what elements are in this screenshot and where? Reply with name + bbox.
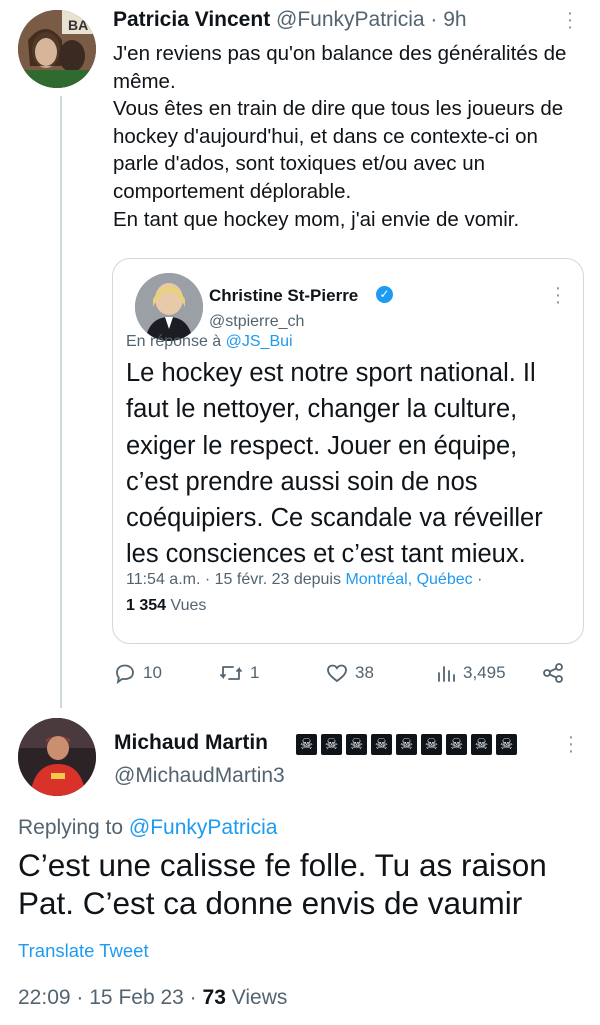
skull-crossbones-icon: ☠ (321, 734, 342, 755)
heart-icon (327, 664, 347, 683)
location-link[interactable]: Montréal, Québec (345, 571, 472, 588)
separator-dot: · (76, 986, 84, 1009)
quoted-views-count: 1 354 (126, 597, 167, 614)
separator-dot: · (189, 986, 197, 1009)
skull-crossbones-icon: ☠ (421, 734, 442, 755)
separator-dot: · (477, 571, 483, 588)
quoted-author-name[interactable]: Christine St-Pierre (209, 286, 358, 306)
avatar[interactable]: BA (18, 10, 96, 88)
skull-crossbones-icon: ☠ (296, 734, 317, 755)
reply-to-link[interactable]: @JS_Bui (226, 333, 293, 350)
tweet-meta: 22:09 · 15 Feb 23 · 73 Views (18, 986, 287, 1010)
retweet-count: 1 (250, 663, 260, 682)
skull-crossbones-icon: ☠ (446, 734, 467, 755)
quoted-avatar-photo (135, 273, 203, 341)
like-count: 38 (355, 663, 374, 682)
share-button[interactable] (541, 660, 565, 686)
author-name[interactable]: Michaud Martin (114, 731, 268, 755)
quoted-author-handle[interactable]: @stpierre_ch (209, 313, 304, 331)
avatar-photo: BA (18, 10, 96, 88)
verified-badge-icon: ✓ (376, 286, 393, 303)
quoted-more-options-icon[interactable]: · · · (553, 278, 563, 312)
tweet-text: C’est une calisse fe folle. Tu as raison… (18, 847, 547, 921)
share-icon (543, 663, 563, 683)
author-name[interactable]: Patricia Vincent (113, 8, 270, 31)
quoted-views[interactable]: 1 354 Vues (126, 597, 206, 615)
tweet-time[interactable]: 22:09 (18, 986, 71, 1009)
like-button[interactable]: 38 (325, 660, 374, 686)
avatar-sign-text: BA (68, 17, 88, 33)
views-count: 3,495 (463, 663, 506, 682)
skull-crossbones-icon: ☠ (346, 734, 367, 755)
author-handle[interactable]: @FunkyPatricia (276, 8, 425, 31)
tweet-header: Patricia Vincent @FunkyPatricia · 9h (113, 8, 467, 32)
analytics-icon (438, 666, 455, 682)
tweet-paragraph: Vous êtes en train de dire que tous les … (113, 97, 564, 203)
separator-dot: · (430, 8, 438, 31)
translate-tweet-link[interactable]: Translate Tweet (18, 940, 149, 962)
skull-crossbones-icon: ☠ (371, 734, 392, 755)
reply-icon (116, 664, 134, 685)
tweet-paragraph: J'en reviens pas qu'on balance des génér… (113, 42, 567, 93)
views-label: Views (231, 986, 288, 1009)
skull-crossbones-icon: ☠ (471, 734, 492, 755)
quoted-tweet-meta: 11:54 a.m. · 15 févr. 23 depuis Montréal… (126, 571, 482, 589)
reply-prefix: En réponse à (126, 333, 222, 350)
separator-dot: · (204, 571, 211, 588)
more-options-icon[interactable]: · · · (566, 727, 576, 761)
thread-line (60, 96, 62, 708)
avatar[interactable] (18, 718, 96, 796)
replying-prefix: Replying to (18, 816, 124, 839)
quoted-avatar[interactable] (135, 273, 203, 341)
retweet-button[interactable]: 1 (218, 660, 259, 686)
tweet-paragraph: En tant que hockey mom, j'ai envie de vo… (113, 207, 520, 231)
reply-count: 10 (143, 663, 162, 682)
views-count[interactable]: 73 (203, 986, 226, 1009)
skull-crossbones-icon: ☠ (496, 734, 517, 755)
quoted-time[interactable]: 11:54 a.m. (126, 571, 200, 588)
replying-to: Replying to @FunkyPatricia (18, 816, 277, 840)
quoted-reply-context: En réponse à @JS_Bui (126, 333, 293, 351)
via-prefix: depuis (293, 571, 341, 588)
author-handle[interactable]: @MichaudMartin3 (114, 764, 285, 788)
quoted-tweet-text: Le hockey est notre sport national. Il f… (126, 359, 543, 569)
tweet-text: J'en reviens pas qu'on balance des génér… (113, 40, 583, 233)
quoted-tweet-card[interactable]: Christine St-Pierre ✓ @stpierre_ch · · · E… (112, 258, 584, 644)
quoted-date[interactable]: 15 févr. 23 (215, 571, 290, 588)
quoted-views-label: Vues (170, 597, 207, 614)
reply-button[interactable]: 10 (113, 660, 162, 686)
views-button[interactable]: 3,495 (435, 660, 506, 686)
skull-crossbones-icon: ☠ (396, 734, 417, 755)
name-emoji-row: ☠ ☠ ☠ ☠ ☠ ☠ ☠ ☠ ☠ (296, 734, 517, 755)
tweet-time[interactable]: 9h (443, 8, 466, 31)
replying-to-link[interactable]: @FunkyPatricia (129, 816, 278, 839)
retweet-icon (220, 666, 242, 680)
avatar-photo (18, 718, 96, 796)
tweet-date[interactable]: 15 Feb 23 (89, 986, 184, 1009)
more-options-icon[interactable]: · · · (565, 3, 575, 37)
